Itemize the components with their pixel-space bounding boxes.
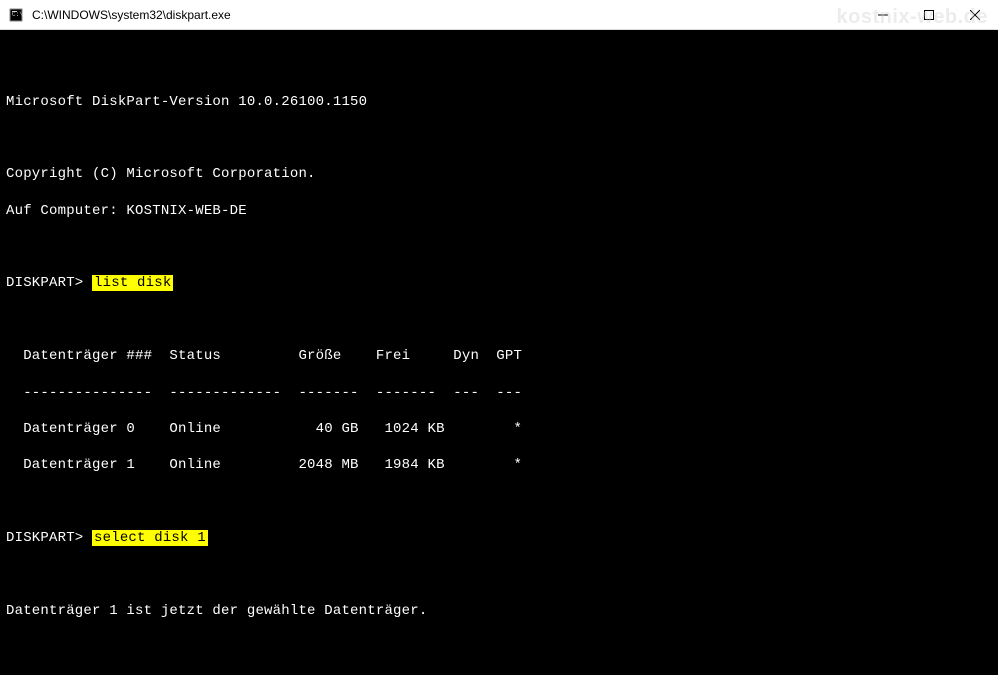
app-icon: C:\	[8, 7, 24, 23]
command-list-disk: list disk	[92, 275, 173, 291]
terminal-output[interactable]: Microsoft DiskPart-Version 10.0.26100.11…	[0, 30, 998, 675]
app-window: C:\ C:\WINDOWS\system32\diskpart.exe Mic…	[0, 0, 998, 675]
window-controls	[860, 0, 998, 29]
prompt: DISKPART>	[6, 530, 92, 546]
disk-table-row: Datenträger 0 Online 40 GB 1024 KB *	[6, 420, 992, 438]
blank-line	[6, 238, 992, 256]
blank-line	[6, 129, 992, 147]
computer-line: Auf Computer: KOSTNIX-WEB-DE	[6, 202, 992, 220]
blank-line	[6, 565, 992, 583]
version-line: Microsoft DiskPart-Version 10.0.26100.11…	[6, 93, 992, 111]
disk-table-row: Datenträger 1 Online 2048 MB 1984 KB *	[6, 456, 992, 474]
blank-line	[6, 311, 992, 329]
disk-table-divider: --------------- ------------- ------- --…	[6, 384, 992, 402]
select-response: Datenträger 1 ist jetzt der gewählte Dat…	[6, 602, 992, 620]
blank-line	[6, 493, 992, 511]
svg-text:C:\: C:\	[12, 11, 23, 18]
window-title: C:\WINDOWS\system32\diskpart.exe	[32, 8, 860, 22]
copyright-line: Copyright (C) Microsoft Corporation.	[6, 165, 992, 183]
prompt-line-2: DISKPART> select disk 1	[6, 529, 992, 547]
blank-line	[6, 56, 992, 74]
prompt-line-1: DISKPART> list disk	[6, 274, 992, 292]
disk-table-header: Datenträger ### Status Größe Frei Dyn GP…	[6, 347, 992, 365]
prompt: DISKPART>	[6, 275, 92, 291]
maximize-button[interactable]	[906, 0, 952, 29]
blank-line	[6, 638, 992, 656]
minimize-button[interactable]	[860, 0, 906, 29]
close-button[interactable]	[952, 0, 998, 29]
titlebar[interactable]: C:\ C:\WINDOWS\system32\diskpart.exe	[0, 0, 998, 30]
command-select-disk: select disk 1	[92, 530, 208, 546]
